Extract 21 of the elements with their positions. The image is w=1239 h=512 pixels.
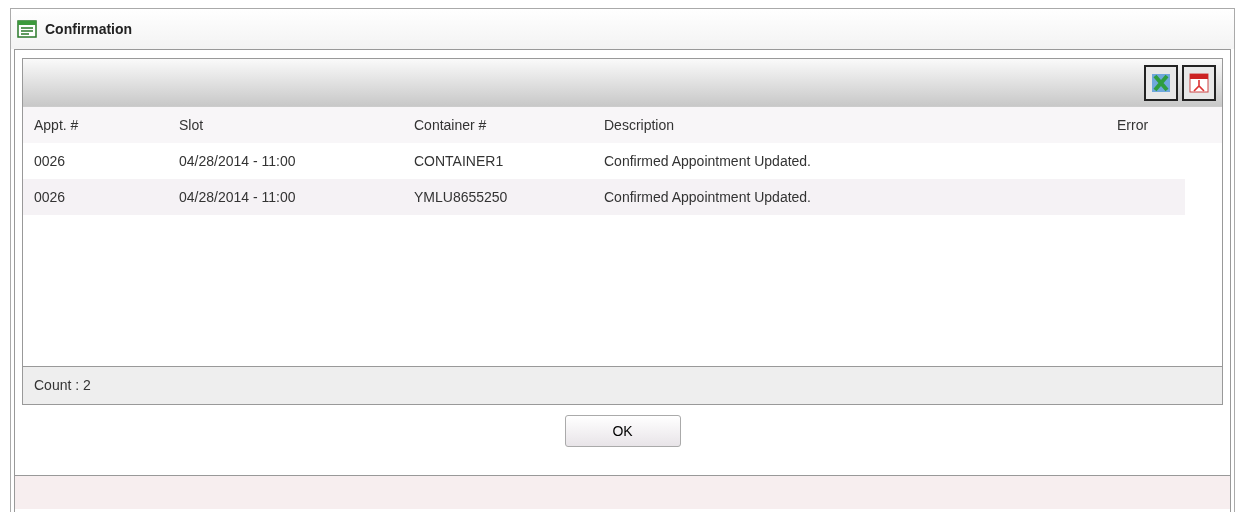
table-cell: Confirmed Appointment Updated. — [604, 152, 811, 169]
column-header[interactable]: Description — [604, 116, 675, 133]
spreadsheet-icon — [1150, 71, 1172, 94]
column-header[interactable]: Appt. # — [34, 116, 79, 133]
table-cell: 0026 — [34, 188, 66, 205]
table-cell: 04/28/2014 - 11:00 — [179, 152, 296, 169]
column-header[interactable]: Error — [1117, 116, 1149, 133]
table-cell: YMLU8655250 — [414, 188, 508, 205]
column-header[interactable]: Container # — [414, 116, 487, 133]
pdf-icon — [1188, 71, 1210, 94]
count-label: Count : 2 — [34, 376, 91, 395]
window-title: Confirmation — [45, 19, 133, 39]
table-cell: Confirmed Appointment Updated. — [604, 188, 811, 205]
column-header[interactable]: Slot — [179, 116, 204, 133]
excel-export-button[interactable] — [1144, 64, 1178, 101]
pdf-export-button[interactable] — [1182, 64, 1216, 101]
table-cell: CONTAINER1 — [414, 152, 504, 169]
ok-button[interactable]: OK — [564, 415, 681, 447]
window-icon — [17, 20, 37, 38]
table-cell: 0026 — [34, 152, 66, 169]
table-cell: 04/28/2014 - 11:00 — [179, 188, 296, 205]
